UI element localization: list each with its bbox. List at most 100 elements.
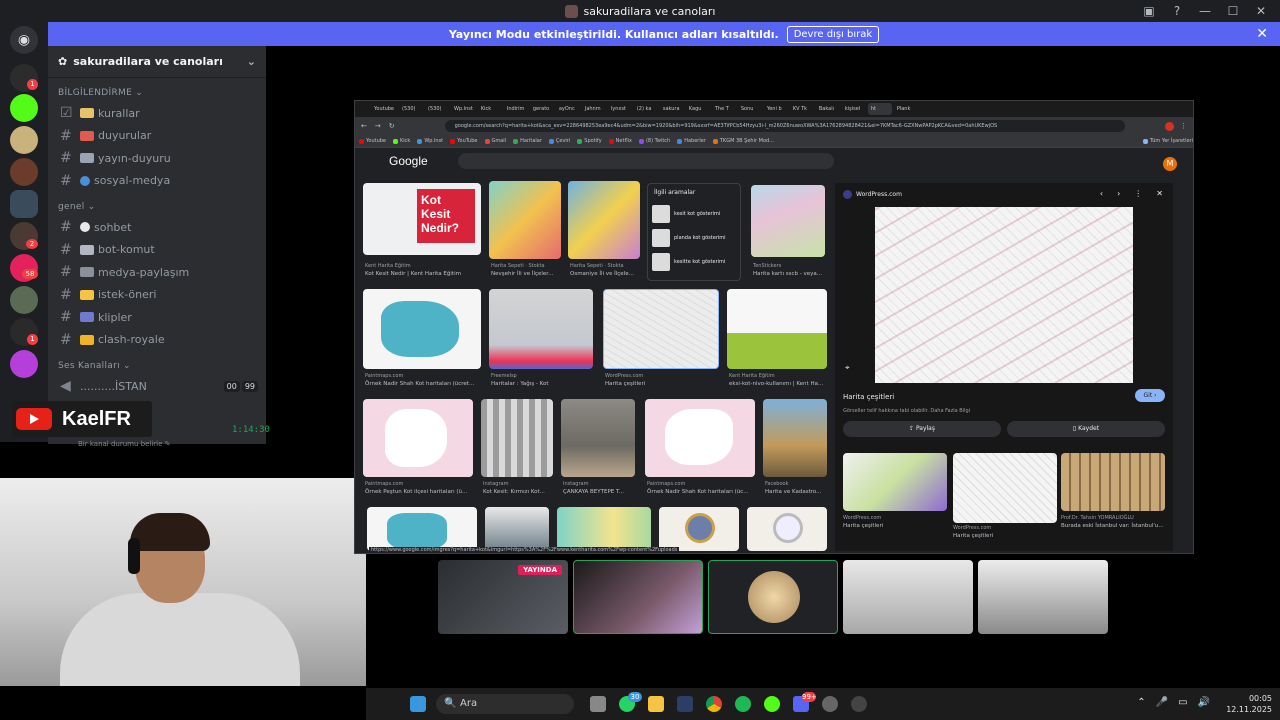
browser-tab[interactable]: Kagu <box>686 103 710 115</box>
result-thumb[interactable] <box>485 507 549 551</box>
mini-thumb[interactable] <box>953 453 1057 523</box>
result-title[interactable]: Harita ve Kadastro... <box>765 489 821 495</box>
share-button[interactable]: ⇪ Paylaş <box>843 421 1001 437</box>
server-icon-active[interactable] <box>10 190 38 218</box>
category-ses-kanallari[interactable]: Ses Kanalları ⌄ <box>48 351 266 375</box>
result-thumb[interactable] <box>481 399 553 477</box>
channel-istek-oneri[interactable]: # istek-öneri <box>48 284 266 307</box>
related-item[interactable]: kesitte kot gösterimi <box>652 251 736 273</box>
url-bar[interactable]: google.com/search?q=harita+kot&sca_esv=2… <box>444 120 1125 132</box>
bookmark-item[interactable]: Spotify <box>577 138 602 144</box>
result-thumb[interactable] <box>367 507 477 551</box>
stream-tile-camera[interactable] <box>978 560 1108 634</box>
bookmark-item[interactable]: Gmail <box>484 138 506 144</box>
volume-icon[interactable]: 🔊 <box>1198 697 1210 708</box>
bookmark-item[interactable]: YouTube <box>450 138 478 144</box>
google-search-box[interactable] <box>457 153 834 169</box>
result-title[interactable]: Harita çeşitleri <box>605 381 645 387</box>
result-thumb[interactable] <box>751 185 825 257</box>
browser-tab[interactable]: Yeni b <box>764 103 788 115</box>
reload-icon[interactable]: ↻ <box>389 122 395 130</box>
back-icon[interactable]: ← <box>361 122 367 130</box>
tray-overflow-icon[interactable]: ⌃ <box>1137 697 1145 708</box>
result-title[interactable]: Kot Kesit Nedir | Kent Harita Eğitim <box>365 271 461 277</box>
stream-tile-screen[interactable]: YAYINDA <box>438 560 568 634</box>
stream-tile-camera[interactable] <box>573 560 703 634</box>
result-title[interactable]: eksi-kot-nivo-kullanımı | Kent Ha... <box>729 381 823 387</box>
bookmark-item[interactable]: Çeviri <box>548 138 570 144</box>
related-item[interactable]: planda kot gösterimi <box>652 227 736 249</box>
result-thumb[interactable]: Kot Kesit Nedir? <box>363 183 481 255</box>
browser-tab[interactable]: Sonu <box>738 103 762 115</box>
bookmark-item[interactable]: TKGM 3B Şehir Mod... <box>712 138 774 144</box>
related-item[interactable]: kesit kot gösterimi <box>652 203 736 225</box>
result-thumb[interactable] <box>363 399 473 477</box>
browser-tab[interactable]: gerato <box>530 103 554 115</box>
browser-tab[interactable]: Bakalı <box>816 103 840 115</box>
next-icon[interactable]: › <box>1117 189 1120 198</box>
browser-tab[interactable]: Kick <box>478 103 502 115</box>
channel-yayin-duyuru[interactable]: # yayın-duyuru <box>48 147 266 170</box>
result-thumb[interactable] <box>489 181 561 259</box>
browser-tab[interactable]: The T <box>712 103 736 115</box>
voice-tile-avatar[interactable] <box>708 560 838 634</box>
google-account-avatar[interactable]: M <box>1163 157 1177 171</box>
bookmark-item[interactable]: Wp.lnst <box>417 138 443 144</box>
app-icon[interactable] <box>822 696 838 712</box>
channel-duyurular[interactable]: # duyurular <box>48 125 266 148</box>
result-thumb-selected[interactable] <box>603 289 719 369</box>
channel-medya-paylasim[interactable]: # medya-paylaşım <box>48 261 266 284</box>
browser-tab[interactable]: KV Tk <box>790 103 814 115</box>
bookmark-item[interactable]: Tüm Yer İşaretleri <box>1142 138 1193 144</box>
category-genel[interactable]: genel ⌄ <box>48 192 266 216</box>
maximize-button[interactable]: ☐ <box>1222 4 1244 18</box>
result-thumb[interactable] <box>727 289 827 369</box>
result-thumb[interactable] <box>568 181 640 259</box>
browser-tab[interactable]: Wp.lnst <box>451 103 476 115</box>
banner-close-icon[interactable]: ✕ <box>1256 26 1268 42</box>
forward-icon[interactable]: → <box>375 122 381 130</box>
disable-streamer-mode-button[interactable]: Devre dışı bırak <box>786 25 880 43</box>
result-title[interactable]: Örnek Nadir Shah Kot haritaları (ücret..… <box>365 381 474 387</box>
browser-tab[interactable]: ayOnc <box>556 103 580 115</box>
google-logo[interactable]: Google <box>389 154 428 168</box>
app-green-icon[interactable] <box>764 696 780 712</box>
result-title[interactable]: Nevşehir İli ve İlçeler... <box>491 271 553 277</box>
browser-tab[interactable]: (2) ka <box>634 103 658 115</box>
kick-server-icon[interactable] <box>10 94 38 122</box>
app-icon[interactable] <box>851 696 867 712</box>
bookmark-item[interactable]: Youtube <box>359 138 386 144</box>
save-button[interactable]: ▯ Kaydet <box>1007 421 1165 437</box>
result-title[interactable]: ÇANKAYA BEYTEPE T... <box>563 489 624 495</box>
taskbar-clock[interactable]: 00:05 12.11.2025 <box>1226 693 1272 715</box>
chevron-down-icon[interactable]: ⌄ <box>247 55 256 68</box>
mini-thumb[interactable] <box>1061 453 1165 511</box>
result-thumb[interactable] <box>645 399 755 477</box>
server-icon-2[interactable] <box>10 126 38 154</box>
profile-icon[interactable] <box>1165 121 1174 131</box>
minimize-button[interactable]: — <box>1194 4 1216 18</box>
browser-tab[interactable]: Plank <box>894 103 918 115</box>
result-title[interactable]: Örnek Nadir Shah Kot haritaları (üc... <box>647 489 749 495</box>
chrome-icon[interactable] <box>706 696 722 712</box>
bookmark-item[interactable]: Netflix <box>608 138 632 144</box>
bookmark-item[interactable]: Haritalar <box>513 138 542 144</box>
browser-tab[interactable]: lynxst <box>608 103 632 115</box>
server-icon-3[interactable] <box>10 158 38 186</box>
bookmark-item[interactable]: (8) Twitch <box>638 138 670 144</box>
browser-tab[interactable]: Indirim <box>504 103 528 115</box>
result-thumb[interactable] <box>489 289 593 369</box>
preview-site[interactable]: WordPress.com <box>856 191 902 198</box>
spotify-icon[interactable] <box>735 696 751 712</box>
menu-icon[interactable]: ⋮ <box>1180 122 1187 130</box>
bookmark-item[interactable]: Haberler <box>677 138 706 144</box>
result-title[interactable]: Harita kartı sscb - veya... <box>753 271 822 277</box>
help-icon[interactable]: ? <box>1166 4 1188 18</box>
server-icon-8[interactable] <box>10 350 38 378</box>
result-thumb[interactable] <box>557 507 651 551</box>
result-thumb[interactable] <box>763 399 827 477</box>
discord-home-icon[interactable]: ◉ <box>10 26 38 54</box>
result-thumb[interactable] <box>363 289 481 369</box>
stream-tile-camera[interactable] <box>843 560 973 634</box>
network-icon[interactable]: ▭ <box>1178 697 1187 708</box>
